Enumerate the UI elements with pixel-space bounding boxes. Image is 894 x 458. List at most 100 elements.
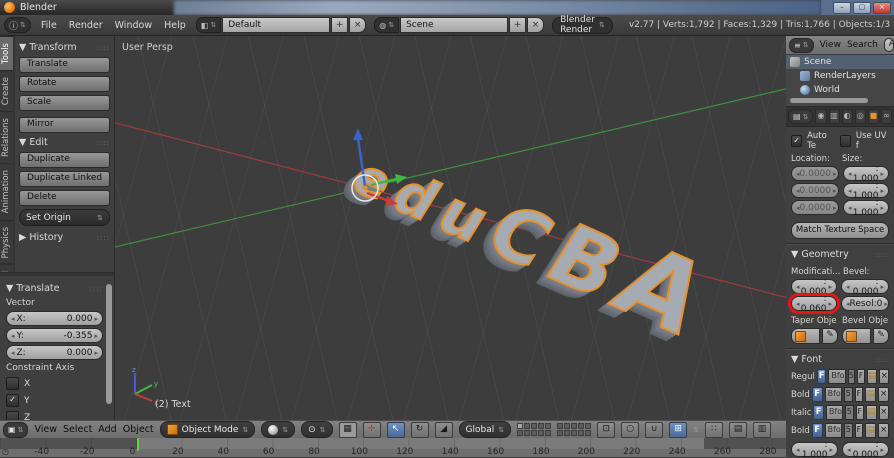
layer-cell[interactable] bbox=[531, 423, 538, 429]
layer-cell[interactable] bbox=[545, 430, 552, 436]
texspace-size-y-field[interactable]: ◂: 1.000 ▸ bbox=[843, 181, 889, 201]
constraints-tab-icon[interactable]: ∞ bbox=[880, 109, 892, 124]
texspace-loc-x-field[interactable]: ◂ 0.0000 ▸ bbox=[791, 166, 839, 181]
tab-create[interactable]: Create bbox=[0, 69, 13, 112]
history-panel-header[interactable]: ▶ History :::: bbox=[19, 232, 110, 243]
layer-cell[interactable] bbox=[578, 430, 585, 436]
layer-cell[interactable] bbox=[571, 430, 578, 436]
info-editor-type-icon[interactable]: ⓘ ⇅ bbox=[4, 17, 31, 33]
tab-relations[interactable]: Relations bbox=[0, 111, 13, 164]
scene-field[interactable]: Scene bbox=[400, 17, 509, 33]
viewport-editor-type-icon[interactable]: ▣ ⇅ bbox=[3, 421, 29, 438]
add-layout-button[interactable]: + bbox=[331, 17, 349, 33]
manipulator-scale-icon[interactable]: ◢ bbox=[434, 421, 453, 438]
axis-y-checkbox[interactable]: ✓ bbox=[6, 394, 19, 407]
snap-magnet-icon[interactable]: ∪ bbox=[645, 421, 664, 438]
fake-user-button[interactable]: F bbox=[854, 387, 864, 402]
unlink-icon[interactable]: × bbox=[878, 405, 889, 420]
minimize-button[interactable]: – bbox=[833, 1, 851, 14]
layer-cell[interactable] bbox=[578, 423, 585, 429]
layer-cell[interactable] bbox=[564, 423, 571, 429]
unlink-icon[interactable]: × bbox=[879, 369, 889, 384]
scene-selector-icon[interactable]: ◍ ⇅ bbox=[374, 17, 400, 33]
delete-scene-button[interactable]: × bbox=[527, 17, 545, 33]
mirror-button[interactable]: Mirror bbox=[19, 117, 110, 133]
snap-element-icon[interactable]: ⊞ bbox=[669, 421, 688, 438]
outliner-editor-type-icon[interactable]: ≡ ⇅ bbox=[789, 37, 814, 53]
transform-panel-header[interactable]: ▼ Transform :::: bbox=[19, 42, 110, 53]
texspace-loc-y-field[interactable]: ◂ 0.0000 ▸ bbox=[791, 183, 839, 198]
layer-cell[interactable] bbox=[557, 423, 564, 429]
open-file-icon[interactable]: ▤ bbox=[866, 369, 878, 384]
delete-layout-button[interactable]: × bbox=[349, 17, 367, 33]
viewport-menu-select[interactable]: Select bbox=[63, 424, 92, 435]
offset-field[interactable]: ◂: 0.000 ▸ bbox=[791, 277, 837, 297]
layer-cell[interactable] bbox=[524, 430, 531, 436]
layer-cell[interactable] bbox=[557, 430, 564, 436]
lock-to-scene-icon[interactable]: ⊡ bbox=[597, 421, 616, 438]
manipulator-translate-icon[interactable]: ↖ bbox=[386, 421, 405, 438]
layer-grid-2[interactable] bbox=[557, 423, 592, 436]
layer-cell[interactable] bbox=[585, 423, 592, 429]
opengl-render-anim-icon[interactable]: ▥ bbox=[753, 421, 771, 438]
font-datablock-icon[interactable]: F bbox=[816, 369, 827, 384]
font-size-field[interactable]: ◂: 1.000 ▸ bbox=[791, 440, 838, 458]
rotate-button[interactable]: Rotate bbox=[19, 76, 110, 92]
open-file-icon[interactable]: ▤ bbox=[865, 387, 877, 402]
geometry-panel-header[interactable]: ▼ Geometry :::: bbox=[791, 249, 889, 260]
layer-cell[interactable] bbox=[524, 423, 531, 429]
render-engine-dropdown[interactable]: Blender Render ⇅ bbox=[552, 15, 613, 35]
screen-layout-icon[interactable]: ◧ ⇅ bbox=[195, 17, 222, 33]
viewport-menu-view[interactable]: View bbox=[34, 424, 57, 435]
translate-operator-header[interactable]: ▼ Translate :::: bbox=[6, 283, 103, 294]
layer-grid-1[interactable] bbox=[517, 423, 552, 436]
axis-z-checkbox[interactable] bbox=[6, 411, 19, 420]
texspace-size-x-field[interactable]: ◂: 1.000 ▸ bbox=[843, 164, 889, 184]
proportional-edit-icon[interactable]: ○ bbox=[621, 421, 640, 438]
world-tab-icon[interactable]: ◎ bbox=[854, 109, 866, 124]
opengl-render-icon[interactable]: ▤ bbox=[729, 421, 747, 438]
font-users-count[interactable]: 5 bbox=[847, 369, 856, 384]
viewport-shading-dropdown[interactable]: ⇅ bbox=[261, 421, 296, 438]
duplicate-button[interactable]: Duplicate bbox=[19, 152, 110, 168]
unlink-icon[interactable]: × bbox=[878, 387, 889, 402]
use-uv-checkbox[interactable] bbox=[839, 135, 851, 147]
axis-x-checkbox[interactable] bbox=[6, 377, 19, 390]
outliner-scrollbar[interactable] bbox=[790, 98, 868, 103]
menu-help[interactable]: Help bbox=[162, 20, 188, 31]
fake-user-button[interactable]: F bbox=[854, 423, 864, 438]
outliner-display-dropdown[interactable]: Al bbox=[883, 38, 894, 52]
outliner-item-renderlayers[interactable]: RenderLayers bbox=[786, 69, 894, 83]
auto-texture-checkbox[interactable]: ✓ bbox=[791, 135, 803, 147]
manipulator-rotate-icon[interactable]: ↻ bbox=[410, 421, 429, 438]
render-tab-icon[interactable]: ◉ bbox=[815, 109, 827, 124]
bevel-resolution-field[interactable]: ◂ Resol:0 ▸ bbox=[841, 296, 889, 311]
unlink-icon[interactable]: × bbox=[878, 423, 889, 438]
tab-tools[interactable]: Tools bbox=[0, 36, 13, 70]
texspace-size-z-field[interactable]: ◂: 1.000 ▸ bbox=[843, 198, 889, 218]
render-layers-tab-icon[interactable]: ▥ bbox=[828, 109, 840, 124]
font-name-field[interactable]: Bfo bbox=[825, 405, 844, 420]
outliner-menu-view[interactable]: View bbox=[820, 40, 841, 50]
vector-z-field[interactable]: ◂ Z: 0.000 ▸ bbox=[6, 345, 103, 360]
pivot-center-dropdown[interactable]: ⊙ ⇅ bbox=[301, 421, 333, 438]
delete-button[interactable]: Delete bbox=[19, 190, 110, 206]
transform-orientation-dropdown[interactable]: Global ⇅ bbox=[458, 421, 512, 438]
layer-cell[interactable] bbox=[585, 430, 592, 436]
outliner-item-scene[interactable]: Scene bbox=[786, 55, 894, 69]
texspace-loc-z-field[interactable]: ◂ 0.0000 ▸ bbox=[791, 200, 839, 215]
menu-window[interactable]: Window bbox=[113, 20, 154, 31]
layer-cell[interactable] bbox=[545, 423, 552, 429]
open-file-icon[interactable]: ▤ bbox=[866, 405, 877, 420]
menu-file[interactable]: File bbox=[39, 20, 59, 31]
menu-render[interactable]: Render bbox=[67, 20, 105, 31]
layer-cell[interactable] bbox=[538, 430, 545, 436]
viewport-menu-add[interactable]: Add bbox=[98, 424, 116, 435]
tab-animation[interactable]: Animation bbox=[0, 163, 13, 220]
eyedropper-icon[interactable]: ✎ bbox=[822, 328, 838, 344]
snap-dropdown-arrows[interactable]: ⇅ bbox=[693, 426, 699, 434]
font-users-count[interactable]: 5 bbox=[845, 405, 854, 420]
close-button[interactable]: × bbox=[873, 1, 891, 14]
font-shear-field[interactable]: ◂: 0.000 ▸ bbox=[842, 440, 889, 458]
font-users-count[interactable]: 5 bbox=[843, 423, 853, 438]
